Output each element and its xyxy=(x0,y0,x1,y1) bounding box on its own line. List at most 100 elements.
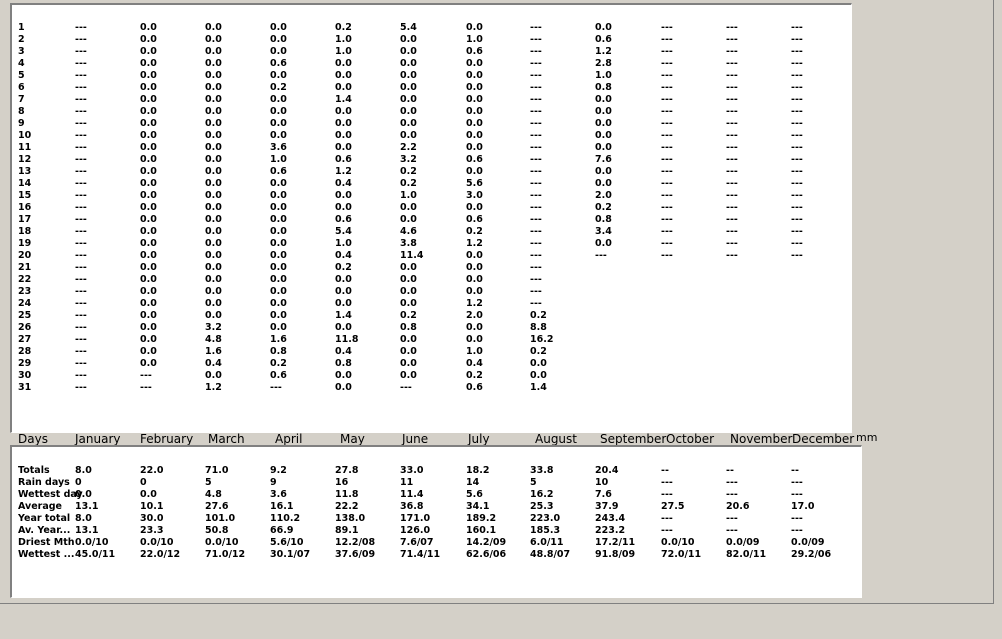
header-month[interactable]: April xyxy=(275,432,302,446)
summary-row-label: Av. Year... xyxy=(18,525,71,536)
header-month[interactable]: December xyxy=(792,432,854,446)
daily-value: 0.0 xyxy=(140,154,157,165)
summary-row-label: Average xyxy=(18,501,62,512)
summary-value: 14.2/09 xyxy=(466,537,507,548)
header-month[interactable]: July xyxy=(468,432,490,446)
daily-value: --- xyxy=(661,22,673,33)
summary-value: 22.0/12 xyxy=(140,549,181,560)
daily-value: 0.0 xyxy=(270,46,287,57)
summary-value: 138.0 xyxy=(335,513,366,524)
header-month[interactable]: January xyxy=(75,432,121,446)
header-month[interactable]: November xyxy=(730,432,792,446)
daily-value: 0.0 xyxy=(595,130,612,141)
daily-value: 1.2 xyxy=(595,46,612,57)
daily-value: 7.6 xyxy=(595,154,612,165)
daily-value: 0.0 xyxy=(270,298,287,309)
daily-value: 3.2 xyxy=(400,154,417,165)
daily-value: 0.0 xyxy=(205,142,222,153)
daily-value: --- xyxy=(530,166,542,177)
summary-value: --- xyxy=(791,489,803,500)
daily-value: 0.0 xyxy=(466,118,483,129)
daily-value: --- xyxy=(661,118,673,129)
daily-value: 0.4 xyxy=(335,346,352,357)
daily-value: --- xyxy=(791,238,803,249)
daily-value: 1.0 xyxy=(466,346,483,357)
daily-value: 0.0 xyxy=(335,58,352,69)
daily-value: 5.6 xyxy=(466,178,483,189)
summary-value: --- xyxy=(791,513,803,524)
daily-value: 0.0 xyxy=(205,118,222,129)
daily-value: --- xyxy=(530,298,542,309)
daily-rainfall-table[interactable]: 1 --- 0.0 0.0 0.0 0.2 5.4 0.0 --- 0.0 --- --- --- 2 --… xyxy=(10,3,852,433)
daily-value: --- xyxy=(726,226,738,237)
summary-value: 22.2 xyxy=(335,501,359,512)
daily-value: --- xyxy=(75,298,87,309)
daily-value: 0.6 xyxy=(466,382,483,393)
daily-value: --- xyxy=(75,82,87,93)
header-month[interactable]: March xyxy=(208,432,245,446)
daily-value: 0.0 xyxy=(400,94,417,105)
daily-value: 0.0 xyxy=(400,130,417,141)
daily-value: --- xyxy=(726,46,738,57)
summary-value: 71.0/12 xyxy=(205,549,246,560)
daily-value: --- xyxy=(791,226,803,237)
daily-value: 0.0 xyxy=(400,358,417,369)
daily-value: --- xyxy=(75,238,87,249)
daily-value: 0.0 xyxy=(335,202,352,213)
daily-value: --- xyxy=(661,214,673,225)
daily-value: 0.2 xyxy=(400,310,417,321)
summary-value: 189.2 xyxy=(466,513,497,524)
daily-value: --- xyxy=(75,358,87,369)
header-month[interactable]: August xyxy=(535,432,577,446)
daily-value: 0.2 xyxy=(400,178,417,189)
day-number: 11 xyxy=(18,142,32,153)
daily-value: 3.4 xyxy=(595,226,612,237)
summary-value: 48.8/07 xyxy=(530,549,571,560)
summary-value: 10 xyxy=(595,477,609,488)
daily-value: --- xyxy=(661,178,673,189)
daily-value: --- xyxy=(661,46,673,57)
daily-value: 0.0 xyxy=(400,334,417,345)
day-number: 17 xyxy=(18,214,32,225)
daily-value: --- xyxy=(530,130,542,141)
daily-value: --- xyxy=(661,166,673,177)
day-number: 30 xyxy=(18,370,32,381)
summary-value: 0.0 xyxy=(75,489,92,500)
daily-value: 0.0 xyxy=(140,106,157,117)
daily-value: 4.6 xyxy=(400,226,417,237)
daily-value: 0.0 xyxy=(205,130,222,141)
daily-value: 0.0 xyxy=(335,118,352,129)
daily-value: 0.0 xyxy=(400,298,417,309)
daily-value: --- xyxy=(661,82,673,93)
header-month[interactable]: September xyxy=(600,432,666,446)
daily-value: --- xyxy=(530,58,542,69)
summary-value: 7.6 xyxy=(595,489,612,500)
header-month[interactable]: October xyxy=(666,432,714,446)
summary-value: 30.0 xyxy=(140,513,164,524)
summary-table[interactable]: Totals 8.0 22.0 71.0 9.2 27.8 33.0 18.2 33.8 20.4… xyxy=(10,445,862,598)
header-month[interactable]: February xyxy=(140,432,193,446)
header-month[interactable]: May xyxy=(340,432,365,446)
day-number: 21 xyxy=(18,262,32,273)
day-number: 4 xyxy=(18,58,25,69)
header-month[interactable]: June xyxy=(402,432,428,446)
daily-value: 0.0 xyxy=(595,22,612,33)
daily-value: 0.0 xyxy=(270,250,287,261)
daily-value: 0.0 xyxy=(595,94,612,105)
daily-value: 0.0 xyxy=(205,250,222,261)
daily-value: --- xyxy=(791,58,803,69)
daily-value: 0.0 xyxy=(205,202,222,213)
summary-value: --- xyxy=(791,525,803,536)
daily-value: --- xyxy=(661,142,673,153)
daily-value: --- xyxy=(661,130,673,141)
daily-value: 0.0 xyxy=(205,226,222,237)
daily-value: --- xyxy=(791,118,803,129)
summary-value: 10.1 xyxy=(140,501,164,512)
daily-value: 0.0 xyxy=(270,286,287,297)
header-days[interactable]: Days xyxy=(18,432,48,446)
summary-value: 0.0/10 xyxy=(75,537,109,548)
daily-value: --- xyxy=(661,202,673,213)
daily-value: --- xyxy=(661,238,673,249)
daily-value: 0.0 xyxy=(400,106,417,117)
daily-value: 0.4 xyxy=(466,358,483,369)
